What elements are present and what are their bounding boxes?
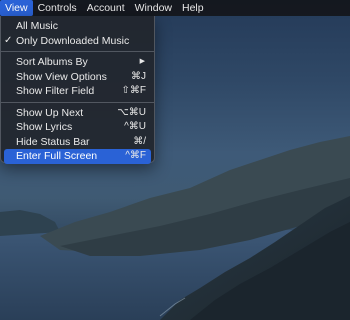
- menu-item-show-filter-field[interactable]: Show Filter Field ⇧⌘F: [1, 84, 154, 99]
- keyboard-shortcut: ⌘J: [131, 70, 146, 82]
- menu-item-label: Enter Full Screen: [16, 150, 98, 162]
- menu-view[interactable]: View: [0, 0, 33, 16]
- menu-item-sort-albums-by[interactable]: Sort Albums By ▶: [1, 55, 154, 70]
- menu-item-label: All Music: [16, 20, 59, 32]
- menu-item-label: Show Filter Field: [16, 85, 95, 97]
- keyboard-shortcut: ^⌘F: [125, 150, 146, 161]
- menu-item-label: Show Up Next: [16, 106, 84, 119]
- menu-item-label: Show View Options: [16, 70, 107, 83]
- menu-item-label: Only Downloaded Music: [16, 34, 130, 47]
- menu-item-only-downloaded-music[interactable]: ✓ Only Downloaded Music: [1, 34, 154, 49]
- keyboard-shortcut: ⌘/: [133, 135, 146, 147]
- menu-item-label: Sort Albums By: [16, 56, 88, 68]
- keyboard-shortcut: ⇧⌘F: [121, 85, 147, 96]
- keyboard-shortcut: ^⌘U: [124, 121, 146, 132]
- menu-item-show-view-options[interactable]: Show View Options ⌘J: [1, 70, 154, 85]
- keyboard-shortcut: ⌥⌘U: [117, 106, 146, 118]
- menu-controls[interactable]: Controls: [33, 0, 82, 16]
- menu-help[interactable]: Help: [177, 0, 209, 16]
- menu-separator: [1, 101, 154, 103]
- submenu-arrow-icon: ▶: [139, 58, 145, 65]
- menu-item-label: Show Lyrics: [16, 121, 73, 133]
- menu-separator: [1, 51, 154, 52]
- menu-bar: View Controls Account Window Help: [0, 0, 350, 16]
- menu-item-hide-status-bar[interactable]: Hide Status Bar ⌘/: [1, 135, 154, 150]
- menu-item-all-music[interactable]: All Music: [1, 19, 154, 34]
- menu-item-show-up-next[interactable]: Show Up Next ⌥⌘U: [1, 106, 154, 121]
- view-menu-dropdown: All Music ✓ Only Downloaded Music Sort A…: [0, 16, 155, 164]
- menu-window[interactable]: Window: [130, 0, 177, 16]
- menu-item-enter-full-screen[interactable]: Enter Full Screen ^⌘F: [4, 149, 151, 164]
- menu-account[interactable]: Account: [82, 0, 130, 16]
- menu-item-label: Hide Status Bar: [16, 135, 90, 148]
- checkmark-icon: ✓: [4, 34, 13, 46]
- menu-item-show-lyrics[interactable]: Show Lyrics ^⌘U: [1, 120, 154, 135]
